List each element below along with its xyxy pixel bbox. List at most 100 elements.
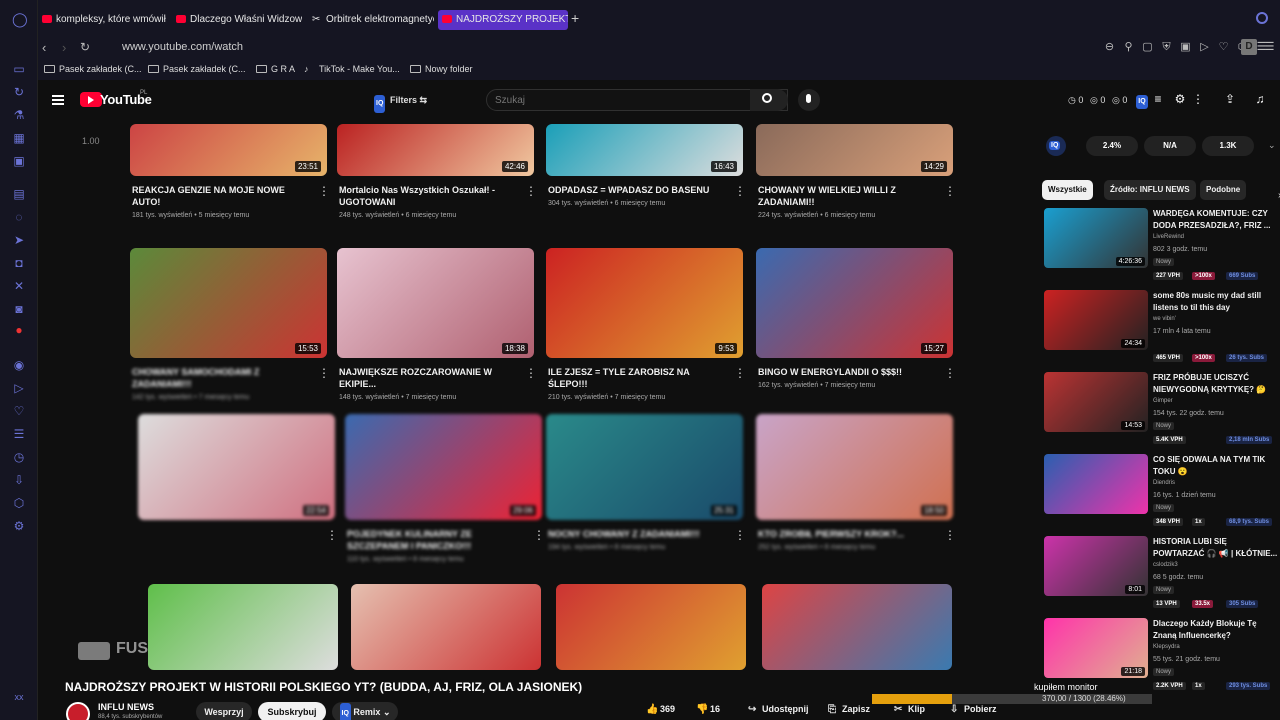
instagram-icon[interactable]: ◘ [12,256,26,270]
channel-avatar[interactable] [66,702,90,720]
more-options-icon[interactable] [525,184,537,198]
recommended-video[interactable]: CO SIĘ ODWALA NA TYM TIK TOKU 😮 Diendris 1… [1042,454,1278,526]
video-thumbnail[interactable]: 15:27 [756,248,953,358]
chip-all[interactable]: Wszystkie [1042,180,1093,200]
new-tab-button[interactable]: + [571,10,579,26]
video-title[interactable]: NAJWIĘKSZE ROZCZAROWANIE W EKIPIE... [339,366,514,390]
url-field[interactable]: www.youtube.com/watch [122,41,243,53]
subscribe-button[interactable]: Subskrybuj [258,702,326,720]
video-title[interactable]: REAKCJA GENZIE NA MOJE NOWE AUTO! [132,184,307,208]
video-thumbnail[interactable]: 22:54 [138,414,335,520]
channel-name[interactable]: LiveRewind [1153,234,1184,240]
workspace-icon[interactable]: ▭ [12,62,26,76]
chip-related[interactable]: Podobne [1200,180,1247,200]
video-thumbnail[interactable] [556,584,746,670]
support-button[interactable]: Wesprzyj [196,702,252,720]
save-button[interactable]: ⎘ Zapisz [828,704,870,715]
bookmark-folder[interactable]: Pasek zakładek (C... [44,64,142,74]
bookmark-tiktok[interactable]: ♪ TikTok - Make You... [304,64,400,74]
more-options-icon[interactable] [944,366,956,380]
downloads-icon[interactable]: ⇩ [12,473,26,487]
video-title[interactable]: WARDĘGA KOMENTUJE: CZY DODA PRZESADZIŁA?… [1153,208,1278,232]
extensions-icon[interactable]: ⬡ [12,496,26,510]
filters-button[interactable]: IQ Filters ⇆ [374,92,427,113]
channel-name[interactable]: Diendris [1153,480,1175,486]
video-title[interactable]: ILE ZJESZ = TYLE ZAROBISZ NA ŚLEPO!!! [548,366,723,390]
video-thumbnail[interactable] [1044,454,1148,514]
discord-icon[interactable]: ◙ [12,302,26,316]
aria-icon[interactable]: ↻ [12,85,26,99]
telegram-icon[interactable]: ➤ [12,233,26,247]
heart-icon[interactable]: ♡ [1218,42,1229,53]
more-options-icon[interactable] [734,528,746,542]
bell-settings-icon[interactable]: ⚙ [1174,93,1186,105]
video-title[interactable]: CO SIĘ ODWALA NA TYM TIK TOKU 😮 [1153,454,1278,478]
video-thumbnail[interactable] [148,584,338,670]
bookmark-folder[interactable]: Pasek zakładek (C... [148,64,246,74]
forward-button[interactable]: › [62,40,66,55]
bookmark-folder[interactable]: Nowy folder [410,64,473,74]
channel-name[interactable]: INFLU NEWS [98,702,154,712]
video-thumbnail[interactable] [351,584,541,670]
video-title[interactable]: CHOWANY W WIELKIEJ WILLI Z ZADANIAMI!! [758,184,933,208]
snapshot-icon[interactable]: ▢ [1142,42,1153,53]
video-thumbnail[interactable]: 4:26:36 [1044,208,1148,268]
youtube-logo-icon[interactable] [80,92,102,107]
reload-button[interactable]: ↻ [80,40,90,54]
x-twitter-icon[interactable]: ✕ [12,279,26,293]
tab-search-icon[interactable] [1256,12,1268,24]
video-thumbnail[interactable]: 9:53 [546,248,743,358]
list-icon[interactable]: ≡ [1152,93,1164,105]
video-thumbnail[interactable]: 42:46 [337,124,534,176]
iq-extension-icon[interactable]: IQ [1136,93,1148,109]
tab-1[interactable]: Dlaczego Właśni Widzowie [172,10,302,30]
send-icon[interactable]: ▷ [12,381,26,395]
more-options-icon[interactable] [944,528,956,542]
search-button[interactable] [750,89,788,111]
recommended-video[interactable]: 14:53 FRIZ PRÓBUJE UCISZYĆ NIEWYGODNĄ KRY… [1042,372,1278,444]
video-title[interactable]: Mortalcio Nas Wszystkich Oszukał! - UGOT… [339,184,514,208]
menu-icon[interactable]: ☰ [1264,42,1275,53]
video-thumbnail[interactable]: 23:51 [130,124,327,176]
play-icon[interactable]: ▷ [1199,42,1210,53]
recommended-video[interactable]: 21:18 Dlaczego Każdy Blokuje Tę Znaną Inf… [1042,618,1278,690]
channel-name[interactable]: we vibin' [1153,316,1176,322]
history-icon[interactable]: ◷ [12,450,26,464]
video-thumbnail[interactable]: 18:50 [756,414,953,520]
video-title[interactable]: FRIZ PRÓBUJE UCISZYĆ NIEWYGODNĄ KRYTYKĘ?… [1153,372,1278,396]
shield-icon[interactable]: ⛨ [1161,42,1172,53]
like-button[interactable]: 👍 369 [646,704,675,715]
video-title[interactable]: POJEDYNEK KULINARNY ZE SZCZEPANEM I PANI… [347,528,522,552]
video-title[interactable]: HISTORIA LUBI SIĘ POWTARZAĆ 🎧 📢 | KŁÓTNI… [1153,536,1278,560]
video-thumbnail[interactable]: 25:31 [546,414,743,520]
more-options-icon[interactable] [734,366,746,380]
video-thumbnail[interactable]: 8:01 [1044,536,1148,596]
messenger-icon[interactable]: ◌ [12,210,26,224]
channel-name[interactable]: Klepsydra [1153,644,1180,650]
more-options-icon[interactable] [944,184,956,198]
more-icon[interactable]: xx [12,690,26,704]
more-options-icon[interactable] [525,366,537,380]
spotify-icon[interactable]: ◉ [12,358,26,372]
more-options-icon[interactable]: ⋮ [1192,93,1204,105]
more-options-icon[interactable] [734,184,746,198]
video-thumbnail[interactable]: 24:34 [1044,290,1148,350]
video-thumbnail[interactable]: 15:53 [130,248,327,358]
video-player-endscreen[interactable]: 1.00 FUSIALKA 23:51REAKCJA GENZIE NA MOJ… [38,124,1030,676]
settings-gear-icon[interactable]: ⚙ [12,519,26,533]
video-title[interactable]: NOCNY CHOWANY Z ZADANIAMI!!! [548,528,723,540]
channel-name[interactable]: cslodzik3 [1153,562,1178,568]
crypto-wallet-icon[interactable]: ▦ [12,131,26,145]
channel-name[interactable]: Gimper [1153,398,1173,404]
more-options-icon[interactable] [326,528,338,542]
twitch-icon[interactable]: ▤ [12,187,26,201]
chip-source[interactable]: Źródło: INFLU NEWS [1104,180,1196,200]
ai-icon[interactable]: ⚗ [12,108,26,122]
video-thumbnail[interactable]: 18:38 [337,248,534,358]
video-thumbnail[interactable]: 16:43 [546,124,743,176]
upload-icon[interactable]: ⇪ [1224,93,1236,105]
video-title[interactable]: KTO ZROBIŁ PIERWSZY KROK?... [758,528,933,540]
video-thumbnail[interactable]: 14:29 [756,124,953,176]
tab-3-active[interactable]: NAJDROŻSZY PROJEKT [438,10,568,30]
dislike-button[interactable]: 👎 16 [696,704,720,715]
